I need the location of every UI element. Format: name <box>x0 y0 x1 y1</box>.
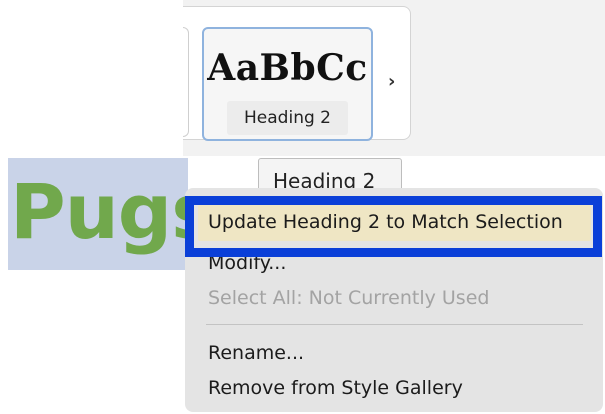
menu-item-modify[interactable]: Modify... <box>185 246 603 280</box>
word-window-crop: Pugs AaBbCc Heading 2 › Heading 2 Update… <box>0 0 605 414</box>
menu-separator <box>206 324 583 325</box>
previous-style-tile[interactable] <box>183 27 189 137</box>
menu-item-remove-from-style-gallery[interactable]: Remove from Style Gallery <box>185 371 603 405</box>
menu-item-rename[interactable]: Rename... <box>185 336 603 370</box>
style-tile-sample: AaBbCc <box>207 47 368 89</box>
style-context-menu: Update Heading 2 to Match Selection Modi… <box>185 188 603 412</box>
selected-heading-highlight: Pugs <box>8 158 216 270</box>
menu-item-update-to-match-selection[interactable]: Update Heading 2 to Match Selection <box>198 205 591 241</box>
style-tile-label: Heading 2 <box>227 101 348 135</box>
style-gallery: AaBbCc Heading 2 › <box>183 0 605 156</box>
menu-item-select-all: Select All: Not Currently Used <box>208 287 490 309</box>
style-tile-heading-2[interactable]: AaBbCc Heading 2 <box>202 27 373 141</box>
chevron-right-icon[interactable]: › <box>388 71 395 92</box>
style-gallery-panel: AaBbCc Heading 2 › <box>183 6 411 141</box>
